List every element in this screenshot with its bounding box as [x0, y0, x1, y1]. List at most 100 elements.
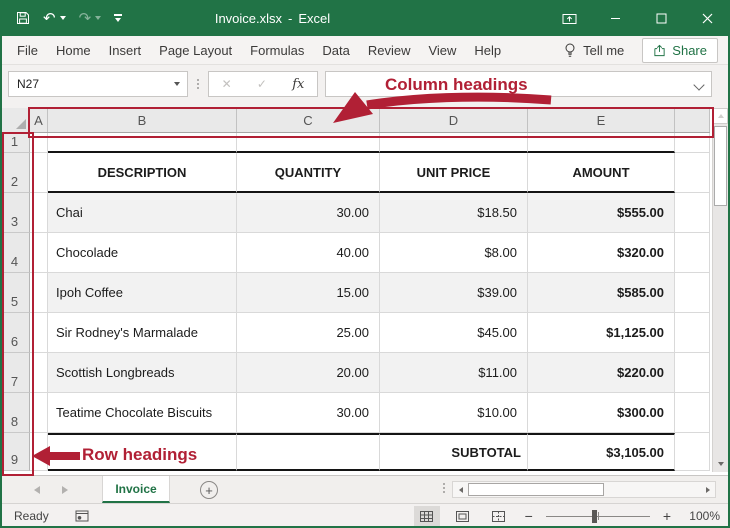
cell-C6[interactable]: 25.00 [237, 313, 380, 353]
cell-E3[interactable]: $555.00 [528, 193, 675, 233]
cell-B5[interactable]: Ipoh Coffee [48, 273, 237, 313]
new-sheet-button[interactable]: + [200, 481, 218, 499]
zoom-in-button[interactable]: + [660, 508, 674, 524]
zoom-slider-thumb[interactable] [592, 510, 597, 523]
sheet-tab-invoice[interactable]: Invoice [102, 476, 170, 503]
cell-E2[interactable]: AMOUNT [528, 153, 675, 193]
save-icon[interactable] [16, 11, 30, 25]
cell-E9[interactable]: $3,105.00 [528, 433, 675, 471]
cell-C9[interactable] [237, 433, 380, 471]
cell-C7[interactable]: 20.00 [237, 353, 380, 393]
undo-button[interactable]: ↶ [43, 11, 66, 26]
page-layout-view-button[interactable] [450, 506, 476, 526]
horizontal-scrollbar-thumb[interactable] [468, 483, 604, 496]
cell-B1[interactable] [48, 133, 237, 153]
vertical-scrollbar[interactable] [712, 108, 728, 472]
column-header-e[interactable]: E [528, 108, 675, 132]
scroll-down-button[interactable] [713, 456, 728, 472]
cell-C3[interactable]: 30.00 [237, 193, 380, 233]
select-all-corner[interactable] [0, 108, 30, 132]
cell-E8[interactable]: $300.00 [528, 393, 675, 433]
row-header-7[interactable]: 7 [0, 353, 30, 393]
scroll-up-button[interactable] [713, 108, 728, 124]
scroll-right-button[interactable] [700, 482, 715, 497]
zoom-slider[interactable] [546, 509, 650, 523]
menu-tab-page-layout[interactable]: Page Layout [150, 43, 241, 58]
cell-F5[interactable] [675, 273, 710, 313]
row-header-1[interactable]: 1 [0, 133, 30, 153]
row-header-5[interactable]: 5 [0, 273, 30, 313]
cell-A9[interactable] [30, 433, 48, 471]
cell-C2[interactable]: QUANTITY [237, 153, 380, 193]
maximize-button[interactable] [638, 0, 684, 36]
share-button[interactable]: Share [642, 38, 718, 63]
scroll-left-button[interactable] [453, 482, 468, 497]
cell-A1[interactable] [30, 133, 48, 153]
customize-toolbar-button[interactable] [114, 14, 122, 22]
cell-B2[interactable]: DESCRIPTION [48, 153, 237, 193]
row-header-6[interactable]: 6 [0, 313, 30, 353]
row-header-8[interactable]: 8 [0, 393, 30, 433]
tell-me-button[interactable]: Tell me [563, 42, 624, 59]
cell-B8[interactable]: Teatime Chocolate Biscuits [48, 393, 237, 433]
macro-record-button[interactable] [75, 510, 89, 522]
menu-tab-help[interactable]: Help [465, 43, 510, 58]
cell-D4[interactable]: $8.00 [380, 233, 528, 273]
cell-E4[interactable]: $320.00 [528, 233, 675, 273]
ribbon-display-options-button[interactable] [546, 0, 592, 36]
cell-A8[interactable] [30, 393, 48, 433]
normal-view-button[interactable] [414, 506, 440, 526]
row-header-9[interactable]: 9 [0, 433, 30, 471]
cell-F1[interactable] [675, 133, 710, 153]
insert-function-icon[interactable]: fx [292, 77, 304, 92]
cell-B6[interactable]: Sir Rodney's Marmalade [48, 313, 237, 353]
cell-B7[interactable]: Scottish Longbreads [48, 353, 237, 393]
cell-A5[interactable] [30, 273, 48, 313]
cell-D3[interactable]: $18.50 [380, 193, 528, 233]
cell-C5[interactable]: 15.00 [237, 273, 380, 313]
menu-tab-data[interactable]: Data [313, 43, 358, 58]
cell-B3[interactable]: Chai [48, 193, 237, 233]
page-break-view-button[interactable] [486, 506, 512, 526]
close-button[interactable] [684, 0, 730, 36]
cell-D1[interactable] [380, 133, 528, 153]
cell-D6[interactable]: $45.00 [380, 313, 528, 353]
menu-tab-file[interactable]: File [8, 43, 47, 58]
cell-C8[interactable]: 30.00 [237, 393, 380, 433]
cell-E1[interactable] [528, 133, 675, 153]
column-header-partial[interactable] [675, 108, 710, 132]
cell-E5[interactable]: $585.00 [528, 273, 675, 313]
vertical-scrollbar-thumb[interactable] [714, 126, 727, 206]
row-header-3[interactable]: 3 [0, 193, 30, 233]
cell-F8[interactable] [675, 393, 710, 433]
cell-F2[interactable] [675, 153, 710, 193]
undo-dropdown-icon[interactable] [60, 16, 66, 20]
cell-C4[interactable]: 40.00 [237, 233, 380, 273]
menu-tab-view[interactable]: View [419, 43, 465, 58]
cell-F9[interactable] [675, 433, 710, 471]
cell-F6[interactable] [675, 313, 710, 353]
menu-tab-formulas[interactable]: Formulas [241, 43, 313, 58]
menu-tab-insert[interactable]: Insert [100, 43, 151, 58]
menu-tab-home[interactable]: Home [47, 43, 100, 58]
cell-A4[interactable] [30, 233, 48, 273]
column-header-a[interactable]: A [30, 108, 48, 132]
column-header-c[interactable]: C [237, 108, 380, 132]
cell-D7[interactable]: $11.00 [380, 353, 528, 393]
cell-E6[interactable]: $1,125.00 [528, 313, 675, 353]
name-box[interactable]: N27 [8, 71, 188, 97]
cell-D8[interactable]: $10.00 [380, 393, 528, 433]
row-header-4[interactable]: 4 [0, 233, 30, 273]
cell-F7[interactable] [675, 353, 710, 393]
horizontal-scrollbar[interactable] [452, 481, 716, 498]
cell-D9[interactable]: SUBTOTAL [380, 433, 528, 471]
cell-A6[interactable] [30, 313, 48, 353]
cell-A7[interactable] [30, 353, 48, 393]
cell-D5[interactable]: $39.00 [380, 273, 528, 313]
minimize-button[interactable] [592, 0, 638, 36]
zoom-level[interactable]: 100% [684, 509, 720, 523]
cell-F4[interactable] [675, 233, 710, 273]
cell-C1[interactable] [237, 133, 380, 153]
name-box-dropdown-icon[interactable] [174, 82, 180, 86]
cell-D2[interactable]: UNIT PRICE [380, 153, 528, 193]
